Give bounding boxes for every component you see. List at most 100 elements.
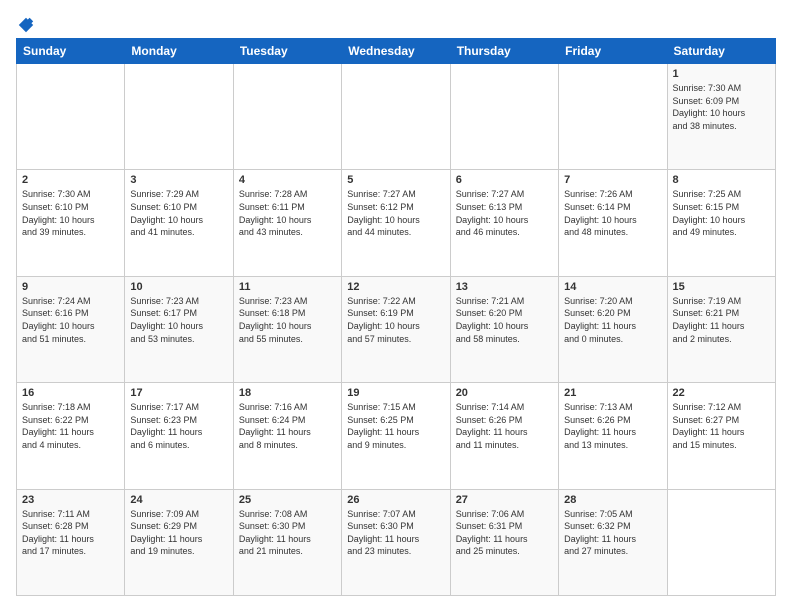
calendar-week-3: 16 Sunrise: 7:18 AM Sunset: 6:22 PM Dayli… [17, 383, 776, 489]
calendar-week-1: 2 Sunrise: 7:30 AM Sunset: 6:10 PM Daylig… [17, 170, 776, 276]
cell-day-number: 8 [673, 174, 770, 186]
calendar-cell: 2 Sunrise: 7:30 AM Sunset: 6:10 PM Daylig… [17, 170, 125, 276]
cell-info: Sunrise: 7:08 AM Sunset: 6:30 PM Dayligh… [239, 508, 336, 558]
cell-day-number: 16 [22, 387, 119, 399]
calendar-cell: 7 Sunrise: 7:26 AM Sunset: 6:14 PM Daylig… [559, 170, 667, 276]
cell-info: Sunrise: 7:05 AM Sunset: 6:32 PM Dayligh… [564, 508, 661, 558]
calendar-cell [17, 64, 125, 170]
cell-info: Sunrise: 7:29 AM Sunset: 6:10 PM Dayligh… [130, 188, 227, 238]
calendar-cell: 25 Sunrise: 7:08 AM Sunset: 6:30 PM Dayli… [233, 489, 341, 595]
cell-day-number: 13 [456, 281, 553, 293]
cell-day-number: 3 [130, 174, 227, 186]
cell-info: Sunrise: 7:07 AM Sunset: 6:30 PM Dayligh… [347, 508, 444, 558]
calendar-cell: 10 Sunrise: 7:23 AM Sunset: 6:17 PM Dayli… [125, 276, 233, 382]
cell-info: Sunrise: 7:30 AM Sunset: 6:10 PM Dayligh… [22, 188, 119, 238]
page: SundayMondayTuesdayWednesdayThursdayFrid… [0, 0, 792, 612]
cell-info: Sunrise: 7:21 AM Sunset: 6:20 PM Dayligh… [456, 295, 553, 345]
cell-info: Sunrise: 7:23 AM Sunset: 6:17 PM Dayligh… [130, 295, 227, 345]
calendar-cell: 22 Sunrise: 7:12 AM Sunset: 6:27 PM Dayli… [667, 383, 775, 489]
calendar-cell [125, 64, 233, 170]
calendar-cell: 28 Sunrise: 7:05 AM Sunset: 6:32 PM Dayli… [559, 489, 667, 595]
weekday-header-sunday: Sunday [17, 39, 125, 64]
cell-day-number: 17 [130, 387, 227, 399]
weekday-header-tuesday: Tuesday [233, 39, 341, 64]
cell-day-number: 28 [564, 494, 661, 506]
cell-day-number: 23 [22, 494, 119, 506]
cell-day-number: 26 [347, 494, 444, 506]
cell-info: Sunrise: 7:13 AM Sunset: 6:26 PM Dayligh… [564, 401, 661, 451]
calendar-cell: 5 Sunrise: 7:27 AM Sunset: 6:12 PM Daylig… [342, 170, 450, 276]
cell-info: Sunrise: 7:22 AM Sunset: 6:19 PM Dayligh… [347, 295, 444, 345]
cell-info: Sunrise: 7:26 AM Sunset: 6:14 PM Dayligh… [564, 188, 661, 238]
cell-day-number: 10 [130, 281, 227, 293]
weekday-header-thursday: Thursday [450, 39, 558, 64]
calendar-week-2: 9 Sunrise: 7:24 AM Sunset: 6:16 PM Daylig… [17, 276, 776, 382]
calendar-cell: 6 Sunrise: 7:27 AM Sunset: 6:13 PM Daylig… [450, 170, 558, 276]
cell-day-number: 4 [239, 174, 336, 186]
cell-day-number: 18 [239, 387, 336, 399]
cell-info: Sunrise: 7:06 AM Sunset: 6:31 PM Dayligh… [456, 508, 553, 558]
cell-info: Sunrise: 7:09 AM Sunset: 6:29 PM Dayligh… [130, 508, 227, 558]
cell-day-number: 21 [564, 387, 661, 399]
cell-day-number: 25 [239, 494, 336, 506]
cell-day-number: 11 [239, 281, 336, 293]
calendar-cell [342, 64, 450, 170]
cell-day-number: 12 [347, 281, 444, 293]
cell-info: Sunrise: 7:11 AM Sunset: 6:28 PM Dayligh… [22, 508, 119, 558]
cell-info: Sunrise: 7:14 AM Sunset: 6:26 PM Dayligh… [456, 401, 553, 451]
cell-info: Sunrise: 7:19 AM Sunset: 6:21 PM Dayligh… [673, 295, 770, 345]
calendar-cell [559, 64, 667, 170]
calendar-cell [667, 489, 775, 595]
cell-info: Sunrise: 7:18 AM Sunset: 6:22 PM Dayligh… [22, 401, 119, 451]
calendar-cell: 11Sunrise: 7:23 AM Sunset: 6:18 PM Dayli… [233, 276, 341, 382]
calendar-header-row: SundayMondayTuesdayWednesdayThursdayFrid… [17, 39, 776, 64]
calendar-cell: 13 Sunrise: 7:21 AM Sunset: 6:20 PM Dayli… [450, 276, 558, 382]
calendar-cell [233, 64, 341, 170]
calendar-cell: 17 Sunrise: 7:17 AM Sunset: 6:23 PM Dayli… [125, 383, 233, 489]
cell-day-number: 15 [673, 281, 770, 293]
calendar-cell: 18 Sunrise: 7:16 AM Sunset: 6:24 PM Dayli… [233, 383, 341, 489]
cell-info: Sunrise: 7:12 AM Sunset: 6:27 PM Dayligh… [673, 401, 770, 451]
cell-info: Sunrise: 7:30 AM Sunset: 6:09 PM Dayligh… [673, 82, 770, 132]
calendar-cell: 8 Sunrise: 7:25 AM Sunset: 6:15 PM Daylig… [667, 170, 775, 276]
header [16, 16, 776, 30]
logo [16, 16, 35, 30]
cell-day-number: 7 [564, 174, 661, 186]
cell-info: Sunrise: 7:16 AM Sunset: 6:24 PM Dayligh… [239, 401, 336, 451]
calendar-cell: 15 Sunrise: 7:19 AM Sunset: 6:21 PM Dayli… [667, 276, 775, 382]
weekday-header-saturday: Saturday [667, 39, 775, 64]
cell-day-number: 6 [456, 174, 553, 186]
cell-day-number: 22 [673, 387, 770, 399]
calendar-table: SundayMondayTuesdayWednesdayThursdayFrid… [16, 38, 776, 596]
logo-icon [17, 16, 35, 34]
weekday-header-monday: Monday [125, 39, 233, 64]
cell-day-number: 5 [347, 174, 444, 186]
calendar-cell: 19 Sunrise: 7:15 AM Sunset: 6:25 PM Dayli… [342, 383, 450, 489]
calendar-cell: 1Sunrise: 7:30 AM Sunset: 6:09 PM Daylig… [667, 64, 775, 170]
calendar-week-0: 1Sunrise: 7:30 AM Sunset: 6:09 PM Daylig… [17, 64, 776, 170]
cell-day-number: 27 [456, 494, 553, 506]
cell-info: Sunrise: 7:17 AM Sunset: 6:23 PM Dayligh… [130, 401, 227, 451]
cell-info: Sunrise: 7:25 AM Sunset: 6:15 PM Dayligh… [673, 188, 770, 238]
calendar-cell: 24 Sunrise: 7:09 AM Sunset: 6:29 PM Dayli… [125, 489, 233, 595]
calendar-cell: 21 Sunrise: 7:13 AM Sunset: 6:26 PM Dayli… [559, 383, 667, 489]
calendar-cell: 3 Sunrise: 7:29 AM Sunset: 6:10 PM Daylig… [125, 170, 233, 276]
calendar-cell: 4Sunrise: 7:28 AM Sunset: 6:11 PM Daylig… [233, 170, 341, 276]
calendar-cell: 26 Sunrise: 7:07 AM Sunset: 6:30 PM Dayli… [342, 489, 450, 595]
cell-info: Sunrise: 7:27 AM Sunset: 6:12 PM Dayligh… [347, 188, 444, 238]
calendar-cell: 14Sunrise: 7:20 AM Sunset: 6:20 PM Dayli… [559, 276, 667, 382]
cell-info: Sunrise: 7:24 AM Sunset: 6:16 PM Dayligh… [22, 295, 119, 345]
cell-info: Sunrise: 7:15 AM Sunset: 6:25 PM Dayligh… [347, 401, 444, 451]
calendar-week-4: 23 Sunrise: 7:11 AM Sunset: 6:28 PM Dayli… [17, 489, 776, 595]
calendar-cell: 12 Sunrise: 7:22 AM Sunset: 6:19 PM Dayli… [342, 276, 450, 382]
calendar-cell: 20Sunrise: 7:14 AM Sunset: 6:26 PM Dayli… [450, 383, 558, 489]
cell-day-number: 2 [22, 174, 119, 186]
cell-info: Sunrise: 7:27 AM Sunset: 6:13 PM Dayligh… [456, 188, 553, 238]
cell-day-number: 14 [564, 281, 661, 293]
cell-day-number: 9 [22, 281, 119, 293]
calendar-cell: 16 Sunrise: 7:18 AM Sunset: 6:22 PM Dayli… [17, 383, 125, 489]
cell-day-number: 19 [347, 387, 444, 399]
weekday-header-friday: Friday [559, 39, 667, 64]
calendar-cell: 9 Sunrise: 7:24 AM Sunset: 6:16 PM Daylig… [17, 276, 125, 382]
cell-day-number: 24 [130, 494, 227, 506]
